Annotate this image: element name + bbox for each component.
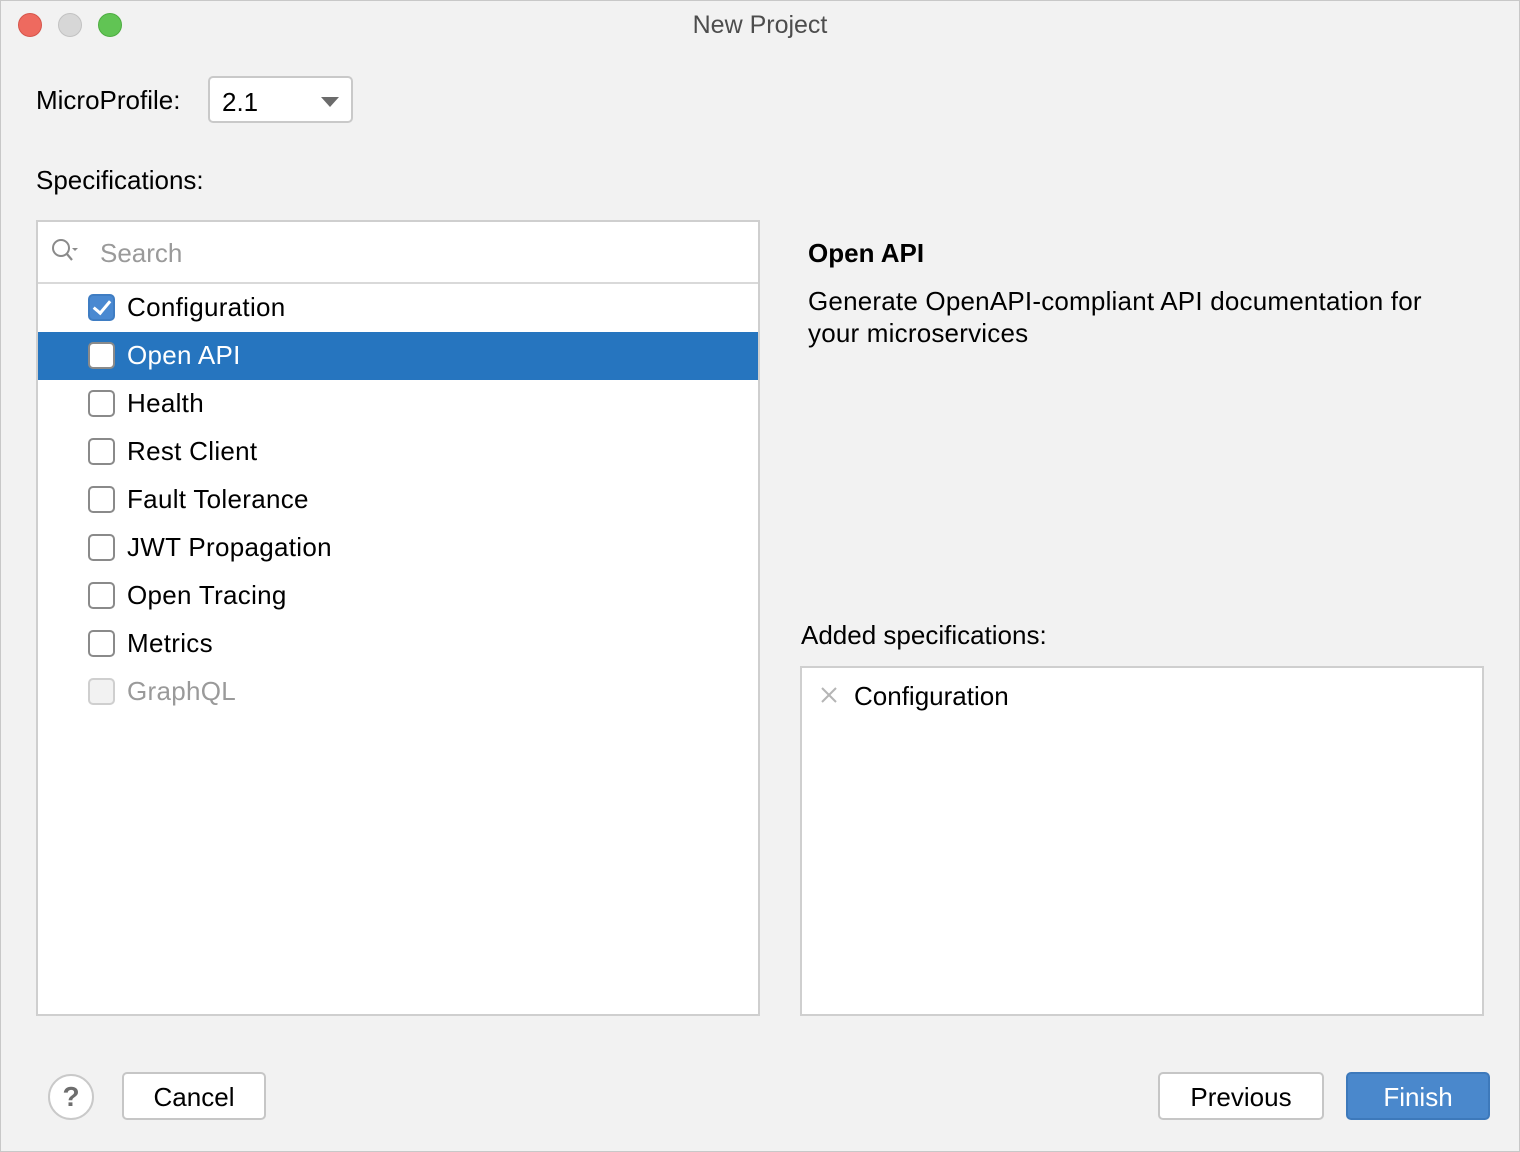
added-spec-item: Configuration bbox=[802, 678, 1482, 718]
finish-button[interactable]: Finish bbox=[1346, 1072, 1490, 1120]
spec-item[interactable]: Rest Client bbox=[38, 428, 758, 476]
description-title: Open API bbox=[808, 238, 925, 268]
added-spec-label: Configuration bbox=[854, 681, 1009, 711]
dropdown-arrow-icon bbox=[321, 97, 339, 107]
spec-checkbox[interactable] bbox=[88, 534, 115, 561]
spec-item-label: Metrics bbox=[127, 628, 213, 658]
spec-checkbox[interactable] bbox=[88, 294, 115, 321]
microprofile-version-select[interactable]: 2.1 bbox=[208, 76, 353, 123]
spec-item[interactable]: Health bbox=[38, 380, 758, 428]
microprofile-version-value: 2.1 bbox=[222, 87, 259, 117]
spec-checkbox bbox=[88, 678, 115, 705]
spec-item[interactable]: Open Tracing bbox=[38, 572, 758, 620]
spec-item-label: GraphQL bbox=[127, 676, 237, 706]
spec-item: GraphQL bbox=[38, 668, 758, 716]
search-icon[interactable] bbox=[50, 236, 80, 266]
microprofile-label: MicroProfile: bbox=[36, 85, 181, 115]
remove-icon[interactable] bbox=[820, 686, 838, 704]
spec-checkbox[interactable] bbox=[88, 390, 115, 417]
title-bar: New Project bbox=[1, 1, 1519, 49]
added-specifications-panel: Configuration bbox=[800, 666, 1484, 1016]
spec-item-label: Rest Client bbox=[127, 436, 258, 466]
search-bar bbox=[38, 222, 758, 284]
description-text: Generate OpenAPI-compliant API documenta… bbox=[808, 286, 1422, 348]
spec-checkbox[interactable] bbox=[88, 582, 115, 609]
spec-checkbox[interactable] bbox=[88, 630, 115, 657]
spec-item[interactable]: Metrics bbox=[38, 620, 758, 668]
spec-item-label: Configuration bbox=[127, 292, 286, 322]
spec-item[interactable]: Fault Tolerance bbox=[38, 476, 758, 524]
spec-item-label: Open Tracing bbox=[127, 580, 287, 610]
search-input[interactable] bbox=[98, 232, 702, 274]
spec-checkbox[interactable] bbox=[88, 342, 115, 369]
spec-item[interactable]: Configuration bbox=[38, 284, 758, 332]
spec-item-label: Fault Tolerance bbox=[127, 484, 309, 514]
added-specifications-label: Added specifications: bbox=[801, 620, 1047, 650]
spec-item-label: JWT Propagation bbox=[127, 532, 332, 562]
specifications-list-panel: Configuration Open API Health Rest Client Fa… bbox=[36, 220, 760, 1016]
spec-checkbox[interactable] bbox=[88, 486, 115, 513]
previous-button[interactable]: Previous bbox=[1158, 1072, 1324, 1120]
window-title: New Project bbox=[692, 11, 828, 39]
spec-item-label: Health bbox=[127, 388, 204, 418]
spec-item[interactable]: Open API bbox=[38, 332, 758, 380]
specifications-list: Configuration Open API Health Rest Client Fa… bbox=[38, 284, 758, 716]
spec-item-label: Open API bbox=[127, 340, 241, 370]
spec-checkbox[interactable] bbox=[88, 438, 115, 465]
help-button[interactable]: ? bbox=[48, 1074, 94, 1120]
spec-item[interactable]: JWT Propagation bbox=[38, 524, 758, 572]
specifications-label: Specifications: bbox=[36, 165, 204, 195]
new-project-dialog: New Project MicroProfile: 2.1 Specificat… bbox=[0, 0, 1520, 1152]
cancel-button[interactable]: Cancel bbox=[122, 1072, 266, 1120]
